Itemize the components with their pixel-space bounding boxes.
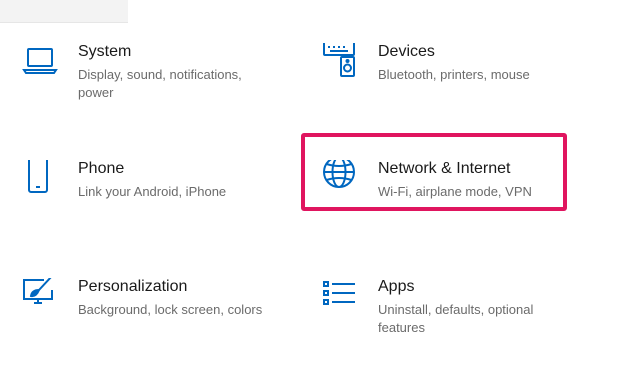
globe-icon bbox=[322, 160, 362, 200]
tile-system[interactable]: System Display, sound, notifications, po… bbox=[22, 43, 282, 107]
tile-phone-title: Phone bbox=[78, 160, 125, 177]
tile-apps-description: Uninstall, defaults, optional features bbox=[378, 302, 534, 335]
tile-devices-title: Devices bbox=[378, 43, 435, 60]
tile-phone[interactable]: Phone Link your Android, iPhone bbox=[22, 160, 282, 224]
devices-icon bbox=[322, 43, 362, 83]
tile-network-internet[interactable]: Network & Internet Wi-Fi, airplane mode,… bbox=[322, 160, 582, 224]
tile-network-internet-description: Wi-Fi, airplane mode, VPN bbox=[378, 184, 532, 199]
laptop-icon bbox=[22, 43, 62, 83]
paint-brush-icon bbox=[22, 278, 62, 318]
phone-icon bbox=[22, 160, 62, 200]
apps-list-icon bbox=[322, 278, 362, 318]
search-box-edge bbox=[0, 0, 128, 23]
tile-devices-description: Bluetooth, printers, mouse bbox=[378, 67, 530, 82]
tile-devices[interactable]: Devices Bluetooth, printers, mouse bbox=[322, 43, 582, 107]
tile-personalization-description: Background, lock screen, colors bbox=[78, 302, 263, 317]
tile-system-title: System bbox=[78, 43, 132, 60]
tile-system-description: Display, sound, notifications, power bbox=[78, 67, 242, 100]
tile-phone-description: Link your Android, iPhone bbox=[78, 184, 227, 199]
tile-apps[interactable]: Apps Uninstall, defaults, optional featu… bbox=[322, 278, 582, 342]
tile-apps-title: Apps bbox=[378, 278, 415, 295]
tile-personalization-title: Personalization bbox=[78, 278, 188, 295]
tile-network-internet-title: Network & Internet bbox=[378, 160, 511, 177]
tile-personalization[interactable]: Personalization Background, lock screen,… bbox=[22, 278, 282, 342]
